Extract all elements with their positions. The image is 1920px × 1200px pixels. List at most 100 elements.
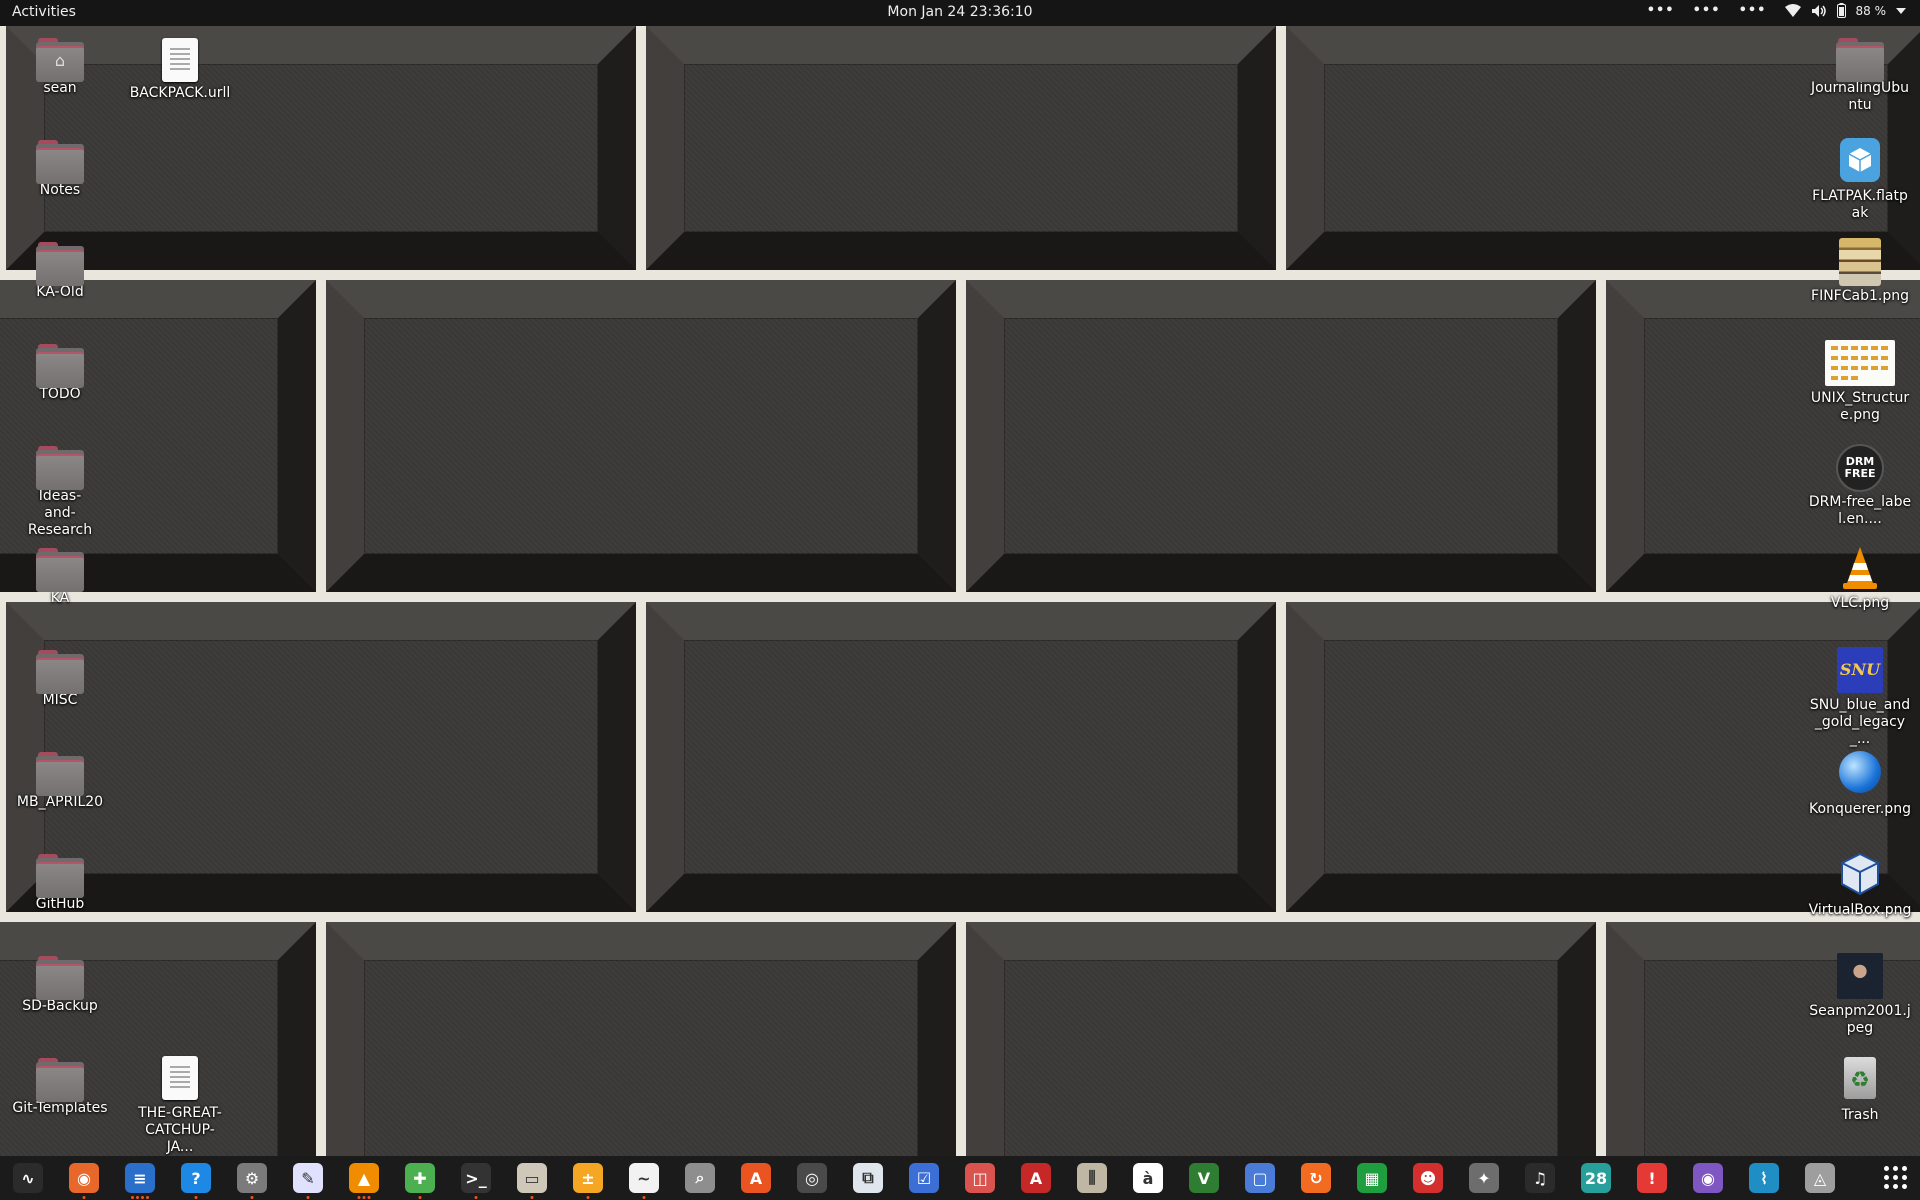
vlc-cone-icon: [1834, 545, 1886, 593]
startup-disk-icon: ◬: [1805, 1163, 1835, 1193]
dock-launcher[interactable]: ◎: [784, 1156, 840, 1200]
desktop-icon-journaling-ubuntu[interactable]: JournalingUbuntu: [1808, 34, 1912, 114]
dock-launcher[interactable]: ?: [168, 1156, 224, 1200]
dock-launcher[interactable]: ↻: [1288, 1156, 1344, 1200]
desktop-icon-trash[interactable]: ♻ Trash: [1808, 1054, 1912, 1124]
status-menu[interactable]: 88 %: [1784, 3, 1906, 18]
desktop-icon-great-catchup[interactable]: THE-GREAT-CATCHUP-JA...: [128, 1054, 232, 1156]
desktop-icon-backpack[interactable]: BACKPACK.urll: [128, 34, 232, 102]
dock-launcher[interactable]: ☻: [1400, 1156, 1456, 1200]
desktop-icon-notes[interactable]: Notes: [8, 136, 112, 199]
wifi-icon: [1784, 3, 1801, 18]
folder-icon: [36, 1058, 84, 1102]
dock-launcher[interactable]: ◉: [56, 1156, 112, 1200]
desktop-icon-ideas-and-research[interactable]: Ideas-and-Research: [8, 442, 112, 539]
vim-icon: V: [1189, 1163, 1219, 1193]
running-indicator: [357, 1196, 371, 1199]
more-dots-icon[interactable]: •••: [1647, 3, 1675, 18]
desktop-icon-drm-free[interactable]: DRM FREE DRM-free_label.en....: [1808, 442, 1912, 528]
dock-launcher[interactable]: ☑: [896, 1156, 952, 1200]
running-indicator: [306, 1196, 310, 1199]
pdf-reader-icon: A: [1021, 1163, 1051, 1193]
music-player-icon: ♫: [1525, 1163, 1555, 1193]
desktop-icon-seanpm2001[interactable]: Seanpm2001.jpeg: [1808, 952, 1912, 1037]
dock-launcher[interactable]: ▭: [504, 1156, 560, 1200]
more-dots-icon[interactable]: •••: [1739, 3, 1767, 18]
dock-launcher[interactable]: ⫼: [1064, 1156, 1120, 1200]
desktop-icon-snu[interactable]: SNU SNU_blue_and_gold_legacy_...: [1808, 646, 1912, 748]
spreadsheet-icon: ▦: [1357, 1163, 1387, 1193]
dock-launcher[interactable]: ✚: [392, 1156, 448, 1200]
wallpaper-brick: [966, 280, 1596, 592]
desktop-icon-unix-structure[interactable]: UNIX_Structure.png: [1808, 340, 1912, 424]
help-icon: ?: [181, 1163, 211, 1193]
dock-launcher[interactable]: ⌇: [1736, 1156, 1792, 1200]
calculator-icon: ±: [573, 1163, 603, 1193]
dock-launcher[interactable]: ⚙: [224, 1156, 280, 1200]
running-indicator: [194, 1196, 198, 1199]
settings-icon: ⚙: [237, 1163, 267, 1193]
photo-thumbnail-icon: [1834, 953, 1886, 1001]
dock-launcher[interactable]: ✎: [280, 1156, 336, 1200]
dock-launcher[interactable]: ✦: [1456, 1156, 1512, 1200]
usage-icon: ∼: [629, 1163, 659, 1193]
dock-launcher[interactable]: !: [1624, 1156, 1680, 1200]
dock-launcher[interactable]: ◫: [952, 1156, 1008, 1200]
flatpak-icon: [1834, 138, 1886, 186]
folder-icon: [36, 752, 84, 796]
clock[interactable]: Mon Jan 24 23:36:10: [887, 4, 1032, 20]
desktop-icon-ka[interactable]: KA: [8, 544, 112, 607]
dock-launcher[interactable]: ◉: [1680, 1156, 1736, 1200]
desktop-icon-virtualbox[interactable]: VirtualBox.png: [1808, 850, 1912, 919]
dock-launcher[interactable]: ▲: [336, 1156, 392, 1200]
desktop-icon-mb-april20[interactable]: MB_APRIL20: [8, 748, 112, 811]
image-thumbnail-icon: [1825, 340, 1895, 388]
dock-launcher[interactable]: ∿: [0, 1156, 56, 1200]
disk-utility-icon: ◎: [797, 1163, 827, 1193]
running-indicator: [642, 1196, 646, 1199]
desktop-icon-finfcab1[interactable]: FINFCab1.png: [1808, 238, 1912, 305]
dock-launcher[interactable]: à: [1120, 1156, 1176, 1200]
libreoffice-writer-icon: ≡: [125, 1163, 155, 1193]
dock-launcher[interactable]: ≡: [112, 1156, 168, 1200]
dock-launcher[interactable]: ▦: [1344, 1156, 1400, 1200]
dock-launcher[interactable]: ∼: [616, 1156, 672, 1200]
extensions-icon: ✚: [405, 1163, 435, 1193]
dock-launcher[interactable]: 28: [1568, 1156, 1624, 1200]
desktop-icon-misc[interactable]: MISC: [8, 646, 112, 709]
desktop-icon-sd-backup[interactable]: SD-Backup: [8, 952, 112, 1015]
more-dots-icon[interactable]: •••: [1693, 3, 1721, 18]
dock-launcher[interactable]: ◬: [1792, 1156, 1848, 1200]
desktop-icon-git-templates[interactable]: Git-Templates: [8, 1054, 112, 1117]
error-report-icon: !: [1637, 1163, 1667, 1193]
software-center-icon: A: [741, 1163, 771, 1193]
dock-launcher[interactable]: ▢: [1232, 1156, 1288, 1200]
show-applications-icon[interactable]: [1884, 1166, 1908, 1190]
dock-launcher[interactable]: ±: [560, 1156, 616, 1200]
desktop-icon-vlc-png[interactable]: VLC.png: [1808, 544, 1912, 612]
folder-icon: [36, 140, 84, 184]
wallpaper-brick: [326, 922, 956, 1156]
desktop-icon-github[interactable]: GitHub: [8, 850, 112, 913]
wallpaper: [0, 26, 1920, 1156]
folder-icon: [36, 242, 84, 286]
dock-launcher[interactable]: V: [1176, 1156, 1232, 1200]
top-bar: Activities Mon Jan 24 23:36:10 ••• ••• •…: [0, 0, 1920, 26]
activities-button[interactable]: Activities: [12, 4, 76, 20]
calendar-icon: 28: [1581, 1163, 1611, 1193]
desktop-icon-konquerer[interactable]: Konquerer.png: [1808, 748, 1912, 818]
dock-launcher[interactable]: A: [728, 1156, 784, 1200]
dock-launcher[interactable]: >_: [448, 1156, 504, 1200]
desktop-icon-sean[interactable]: ⌂ sean: [8, 34, 112, 97]
dock-launcher[interactable]: A: [1008, 1156, 1064, 1200]
mario-game-icon: ☻: [1413, 1163, 1443, 1193]
desktop-icon-todo[interactable]: TODO: [8, 340, 112, 403]
virtualbox-icon: [1834, 852, 1886, 900]
home-folder-icon: ⌂: [36, 38, 84, 82]
desktop-icon-flatpak[interactable]: FLATPAK.flatpak: [1808, 136, 1912, 222]
desktop-icon-ka-old[interactable]: KA-Old: [8, 238, 112, 301]
dock-launcher[interactable]: ⧉: [840, 1156, 896, 1200]
dock-launcher[interactable]: ♫: [1512, 1156, 1568, 1200]
dock-launcher[interactable]: ⌕: [672, 1156, 728, 1200]
folder-icon: [36, 344, 84, 388]
